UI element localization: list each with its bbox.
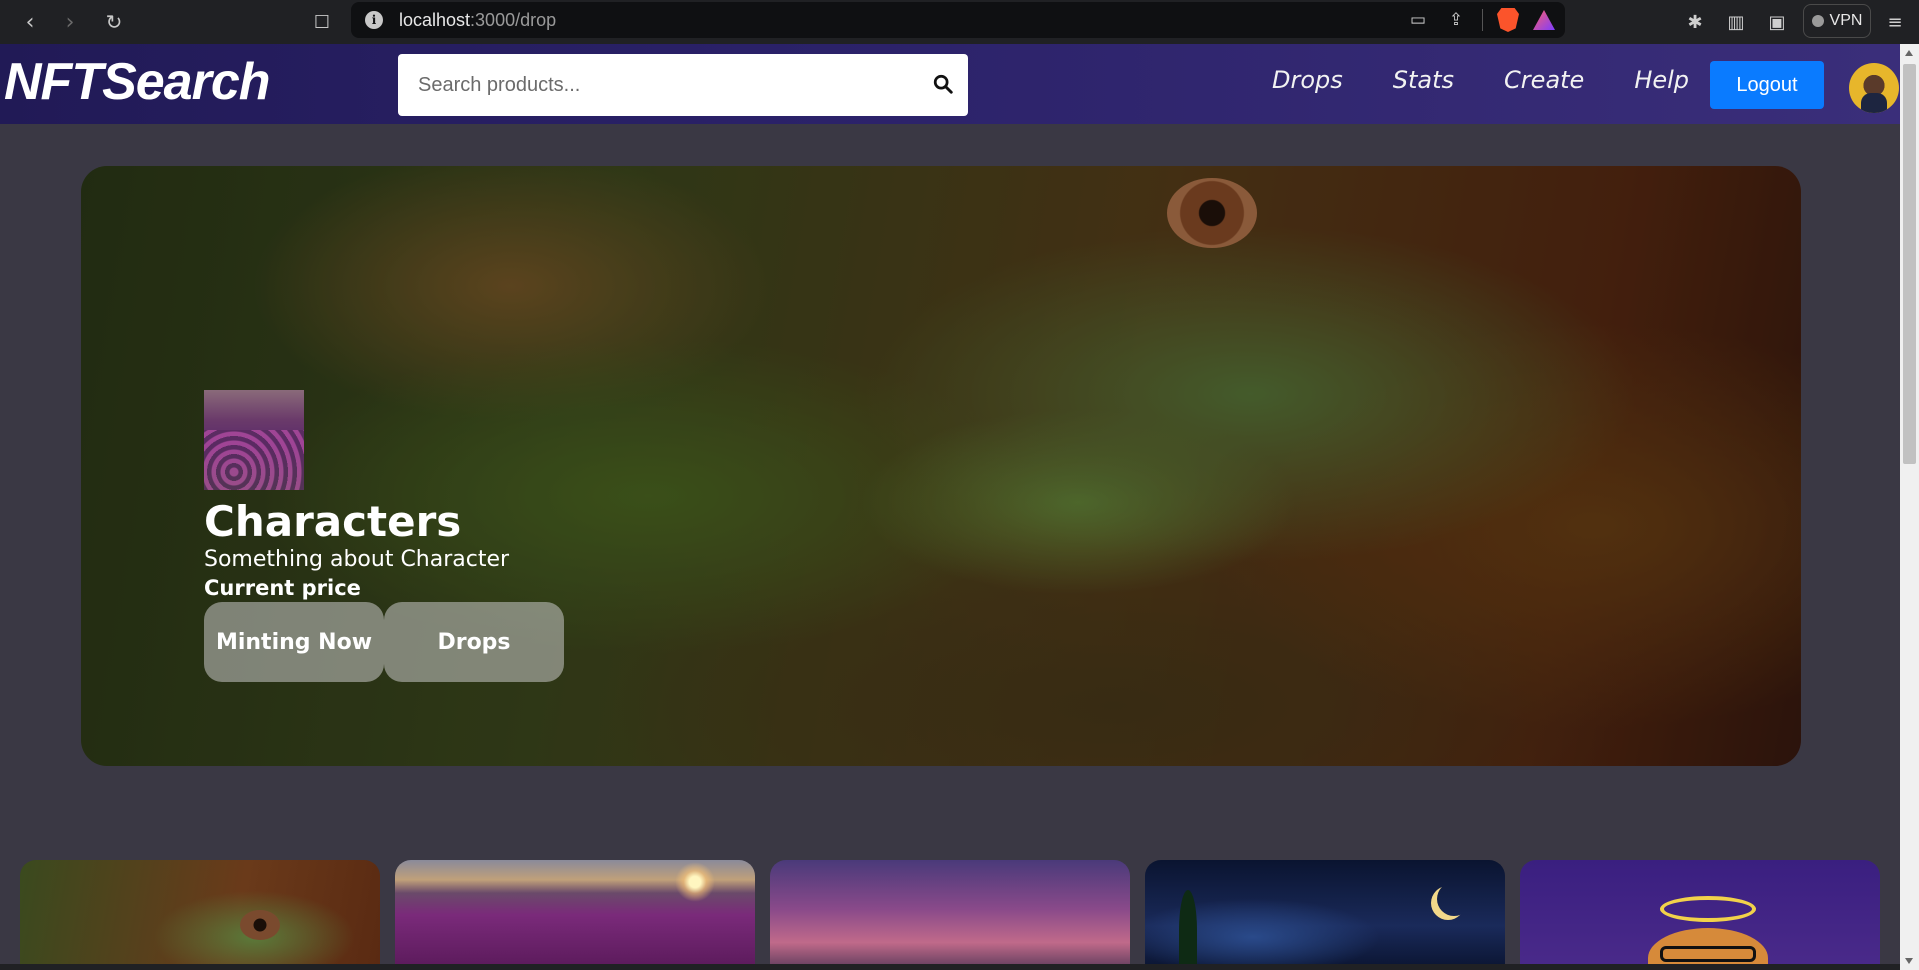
vpn-label: VPN — [1829, 12, 1863, 29]
card-image-detail — [675, 862, 715, 902]
drops-button[interactable]: Drops — [384, 602, 564, 682]
reload-icon[interactable]: ↻ — [98, 6, 130, 38]
url-path: :3000/drop — [470, 9, 557, 30]
scroll-down-icon[interactable] — [1905, 958, 1913, 964]
wallet-icon[interactable]: ▣ — [1762, 7, 1792, 37]
hero-title: Characters — [204, 497, 462, 546]
hero-buttons: Minting Now Drops — [204, 602, 564, 682]
brave-rewards-icon[interactable] — [1533, 10, 1555, 30]
avatar[interactable] — [1849, 63, 1899, 113]
scrollbar-thumb[interactable] — [1903, 64, 1916, 464]
collection-thumbnail[interactable] — [204, 390, 304, 490]
menu-icon[interactable]: ≡ — [1880, 7, 1910, 37]
scroll-up-icon[interactable] — [1905, 50, 1913, 56]
sidebar-icon[interactable]: ▥ — [1721, 7, 1751, 37]
drop-card-night[interactable] — [1145, 860, 1505, 970]
search-icon[interactable] — [932, 73, 954, 95]
nav-links: Drops Stats Create Help — [1272, 66, 1739, 94]
hero-price-label: Current price — [204, 576, 361, 600]
card-image-detail — [240, 910, 280, 940]
address-bar[interactable]: i localhost:3000/drop ▭ ⇪ — [351, 2, 1565, 38]
card-image-detail — [1660, 896, 1756, 922]
hero-content: Characters Something about Character Cur… — [204, 390, 564, 682]
card-image-detail — [1660, 946, 1756, 962]
url-text[interactable]: localhost:3000/drop — [399, 10, 556, 31]
hero-subtitle: Something about Character — [204, 547, 510, 572]
hero-image-iguana — [1167, 178, 1257, 248]
brave-shields-icon[interactable] — [1497, 8, 1519, 32]
nav-link-create[interactable]: Create — [1504, 66, 1584, 94]
drop-card-tulips[interactable] — [395, 860, 755, 970]
page-scrollbar[interactable] — [1900, 44, 1919, 970]
brand-logo[interactable]: NFTSearch — [4, 52, 271, 112]
drop-card-sky[interactable] — [770, 860, 1130, 970]
nav-link-help[interactable]: Help — [1634, 66, 1689, 94]
drop-card-iguana[interactable] — [20, 860, 380, 970]
url-host: localhost — [399, 9, 471, 30]
vpn-status-icon — [1811, 15, 1824, 27]
card-image-detail — [1437, 882, 1471, 916]
info-icon[interactable]: i — [365, 11, 383, 29]
search-bar — [398, 54, 968, 116]
drops-card-list — [20, 860, 1880, 970]
card-image-detail — [1179, 890, 1197, 970]
bottom-strip — [0, 964, 1900, 970]
nav-link-stats[interactable]: Stats — [1393, 66, 1454, 94]
drop-card-ape[interactable] — [1520, 860, 1880, 970]
cast-icon[interactable]: ▭ — [1406, 8, 1430, 32]
share-icon[interactable]: ⇪ — [1444, 8, 1468, 32]
toolbar-divider — [1482, 9, 1483, 31]
hero-banner: Characters Something about Character Cur… — [81, 166, 1801, 766]
extensions-icon[interactable]: ✱ — [1680, 7, 1710, 37]
search-input[interactable] — [418, 56, 918, 114]
app-navbar: NFTSearch Drops Stats Create Help Logout — [0, 44, 1900, 124]
logout-button[interactable]: Logout — [1710, 61, 1824, 109]
back-icon[interactable]: ‹ — [14, 6, 46, 38]
bookmark-icon[interactable]: ☐ — [306, 6, 338, 38]
nav-link-drops[interactable]: Drops — [1272, 66, 1343, 94]
browser-toolbar: ‹ › ↻ ☐ i localhost:3000/drop ▭ ⇪ ✱ ▥ ▣ … — [0, 0, 1919, 44]
vpn-button[interactable]: VPN — [1803, 4, 1871, 38]
minting-now-button[interactable]: Minting Now — [204, 602, 384, 682]
forward-icon[interactable]: › — [54, 6, 86, 38]
